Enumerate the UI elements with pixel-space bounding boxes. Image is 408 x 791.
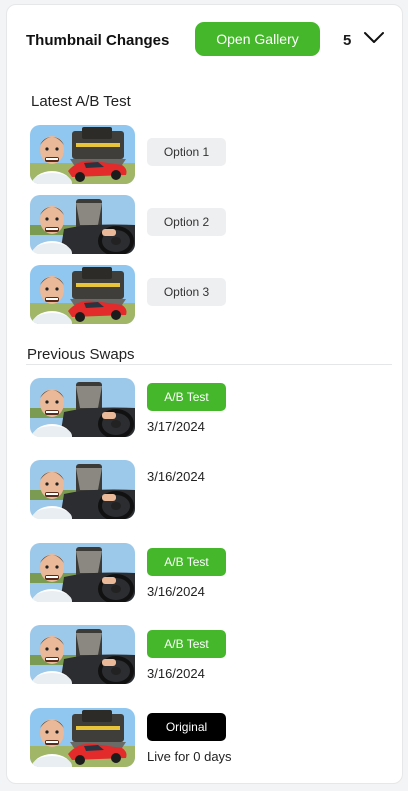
thumbnail-image [30,378,135,437]
panel-title: Thumbnail Changes [26,32,170,49]
original-badge: Original [147,713,226,741]
swap-date: 3/16/2024 [147,469,205,484]
live-duration: Live for 0 days [147,749,232,764]
thumbnail-image [30,708,135,767]
latest-ab-test-heading: Latest A/B Test [31,93,131,110]
thumbnail-image [30,625,135,684]
thumbnail-image [30,265,135,324]
section-divider [26,364,392,365]
chevron-down-icon[interactable] [363,31,385,45]
change-count: 5 [343,32,352,49]
thumbnail-image [30,195,135,254]
swap-date: 3/17/2024 [147,419,205,434]
thumbnail-image [30,460,135,519]
ab-test-badge: A/B Test [147,383,226,411]
ab-test-badge: A/B Test [147,630,226,658]
option-badge[interactable]: Option 2 [147,208,226,236]
previous-swaps-heading: Previous Swaps [27,346,135,363]
option-badge[interactable]: Option 3 [147,278,226,306]
open-gallery-button[interactable]: Open Gallery [195,22,320,56]
option-badge[interactable]: Option 1 [147,138,226,166]
swap-date: 3/16/2024 [147,666,205,681]
thumbnail-image [30,125,135,184]
swap-date: 3/16/2024 [147,584,205,599]
thumbnail-image [30,543,135,602]
thumbnail-changes-panel: Thumbnail Changes Open Gallery 5 Latest … [6,4,403,784]
ab-test-badge: A/B Test [147,548,226,576]
